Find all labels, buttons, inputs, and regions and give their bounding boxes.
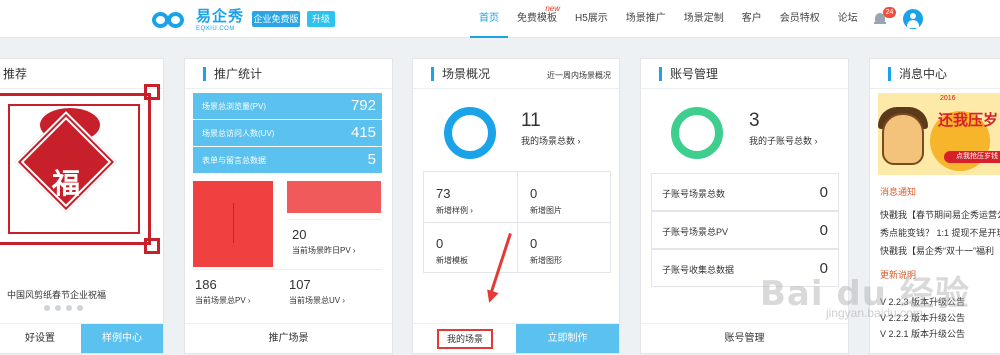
banner-year: 2016 bbox=[940, 95, 956, 102]
promote-scene-button[interactable]: 推广场景 bbox=[185, 324, 392, 353]
my-scenes-highlight: 我的场景 bbox=[437, 329, 493, 349]
card-title: 推广统计 bbox=[203, 67, 262, 81]
total-pv-value: 186 bbox=[195, 277, 217, 292]
yesterday-pv-value: 20 bbox=[292, 227, 307, 242]
papercut-char: 福 bbox=[51, 167, 80, 200]
carousel-dot[interactable] bbox=[55, 305, 61, 311]
logo-icon bbox=[152, 10, 192, 30]
nav-scene-custom[interactable]: 场景定制 bbox=[675, 0, 733, 38]
promotion-stats-card: 推广统计 场景总浏览量(PV) 792 场景总访问人数(UV) 415 表单与留言总… bbox=[184, 58, 393, 354]
redacted-bar bbox=[287, 181, 381, 213]
new-samples-link[interactable]: 新增样例 › bbox=[436, 205, 473, 216]
total-pv-link[interactable]: 当前场景总PV › bbox=[195, 295, 251, 306]
nav-vip[interactable]: 会员特权 bbox=[771, 0, 829, 38]
subaccount-total-value: 3 bbox=[749, 110, 760, 131]
template-caption[interactable]: 中国风剪纸春节企业祝福 bbox=[7, 288, 106, 301]
new-shapes-value: 0 bbox=[530, 236, 538, 251]
card-title: 推荐 bbox=[3, 67, 28, 81]
account-ring-icon bbox=[671, 107, 723, 159]
new-images-label: 新增图片 bbox=[530, 206, 562, 215]
news-item[interactable]: 快戳我【春节期间易企秀运营公 bbox=[880, 208, 1000, 221]
card-title: 账号管理 bbox=[659, 67, 718, 81]
update-item[interactable]: V 2.2.1 版本升级公告 bbox=[880, 327, 965, 340]
nav-scene-promotion[interactable]: 场景推广 bbox=[617, 0, 675, 38]
total-uv-value: 107 bbox=[289, 277, 311, 292]
free-edition-button[interactable]: 企业免费版 bbox=[252, 11, 300, 27]
my-scenes-button[interactable]: 我的场景 bbox=[413, 324, 516, 353]
nav-customers[interactable]: 客户 bbox=[733, 0, 771, 38]
banner-badge: 点我抢压岁钱 bbox=[944, 151, 1000, 163]
watermark-url: jingyan.baidu.com bbox=[826, 306, 923, 320]
stat-row-pv[interactable]: 场景总浏览量(PV) 792 bbox=[193, 93, 382, 119]
scene-total-link[interactable]: 我的场景总数 › bbox=[521, 134, 581, 147]
main-nav: 首页 免费模板 new H5展示 场景推广 场景定制 客户 会员特权 论坛 bbox=[470, 0, 867, 38]
new-shapes-label: 新增图形 bbox=[530, 256, 562, 265]
create-now-button[interactable]: 立即制作 bbox=[516, 324, 619, 353]
avatar[interactable] bbox=[903, 9, 923, 29]
notification-badge: 24 bbox=[883, 7, 896, 18]
redacted-block bbox=[193, 181, 273, 267]
scene-overview-card: 场景概况 近一周内场景概况 11 我的场景总数 › 73 新增样例 › 0 新增… bbox=[412, 58, 620, 354]
notifications-heading: 消息通知 bbox=[880, 187, 917, 197]
card-title: 场景概况 bbox=[431, 67, 490, 81]
card-title: 消息中心 bbox=[888, 67, 947, 81]
recommend-card: 推荐 福 中国风剪纸春节企业祝福 好设置 样例中心 bbox=[0, 58, 164, 354]
papercut-image[interactable]: 福 bbox=[0, 84, 160, 254]
new-images-value: 0 bbox=[530, 186, 538, 201]
sample-center-button[interactable]: 样例中心 bbox=[81, 324, 163, 353]
news-item[interactable]: 快戳我【易企秀“双十一”福利 bbox=[880, 244, 994, 257]
carousel-dot[interactable] bbox=[66, 305, 72, 311]
top-navbar: 易企秀 EQXIU.COM 企业免费版 升级 首页 免费模板 new H5展示 场… bbox=[0, 0, 1000, 38]
new-templates-label: 新增模板 bbox=[436, 256, 468, 265]
settings-button[interactable]: 好设置 bbox=[0, 324, 81, 353]
upgrade-button[interactable]: 升级 bbox=[307, 11, 335, 27]
subaccount-pv-row: 子账号场景总PV 0 bbox=[651, 211, 839, 249]
subaccount-total-link[interactable]: 我的子账号总数 › bbox=[749, 134, 818, 147]
nav-h5-showcase[interactable]: H5展示 bbox=[566, 0, 617, 38]
new-badge: new bbox=[545, 4, 560, 13]
scene-stats-grid: 73 新增样例 › 0 新增图片 0 新增模板 0 新增图形 bbox=[423, 171, 611, 273]
scene-ring-icon bbox=[444, 107, 496, 159]
carousel-dot[interactable] bbox=[77, 305, 83, 311]
new-samples-value: 73 bbox=[436, 186, 451, 201]
logo-text-en: EQXIU.COM bbox=[196, 25, 235, 32]
promo-banner[interactable]: 2016 还我压岁 点我抢压岁钱 bbox=[878, 93, 1000, 175]
nav-home[interactable]: 首页 bbox=[470, 0, 508, 38]
annotation-arrow-head bbox=[483, 289, 499, 305]
logo[interactable]: 易企秀 EQXIU.COM bbox=[152, 8, 244, 32]
logo-text-cn: 易企秀 bbox=[196, 7, 245, 25]
stat-row-forms[interactable]: 表单与留言总数据 5 bbox=[193, 147, 382, 173]
card-subtitle: 近一周内场景概况 bbox=[547, 71, 611, 80]
total-uv-link[interactable]: 当前场景总UV › bbox=[289, 295, 345, 306]
nav-free-templates[interactable]: 免费模板 new bbox=[508, 0, 566, 38]
news-item[interactable]: 秀点能变钱？ 1:1 提现不是开玩 bbox=[880, 226, 1000, 239]
new-templates-value: 0 bbox=[436, 236, 444, 251]
nav-forum[interactable]: 论坛 bbox=[829, 0, 867, 38]
carousel-dots bbox=[44, 305, 83, 311]
scene-total-value: 11 bbox=[521, 110, 541, 131]
banner-text: 还我压岁 bbox=[938, 112, 999, 129]
yesterday-pv-link[interactable]: 当前场景昨日PV › bbox=[292, 245, 356, 256]
carousel-dot[interactable] bbox=[44, 305, 50, 311]
account-management-button[interactable]: 账号管理 bbox=[641, 324, 848, 353]
stat-row-uv[interactable]: 场景总访问人数(UV) 415 bbox=[193, 120, 382, 146]
subaccount-scenes-row: 子账号场景总数 0 bbox=[651, 173, 839, 211]
